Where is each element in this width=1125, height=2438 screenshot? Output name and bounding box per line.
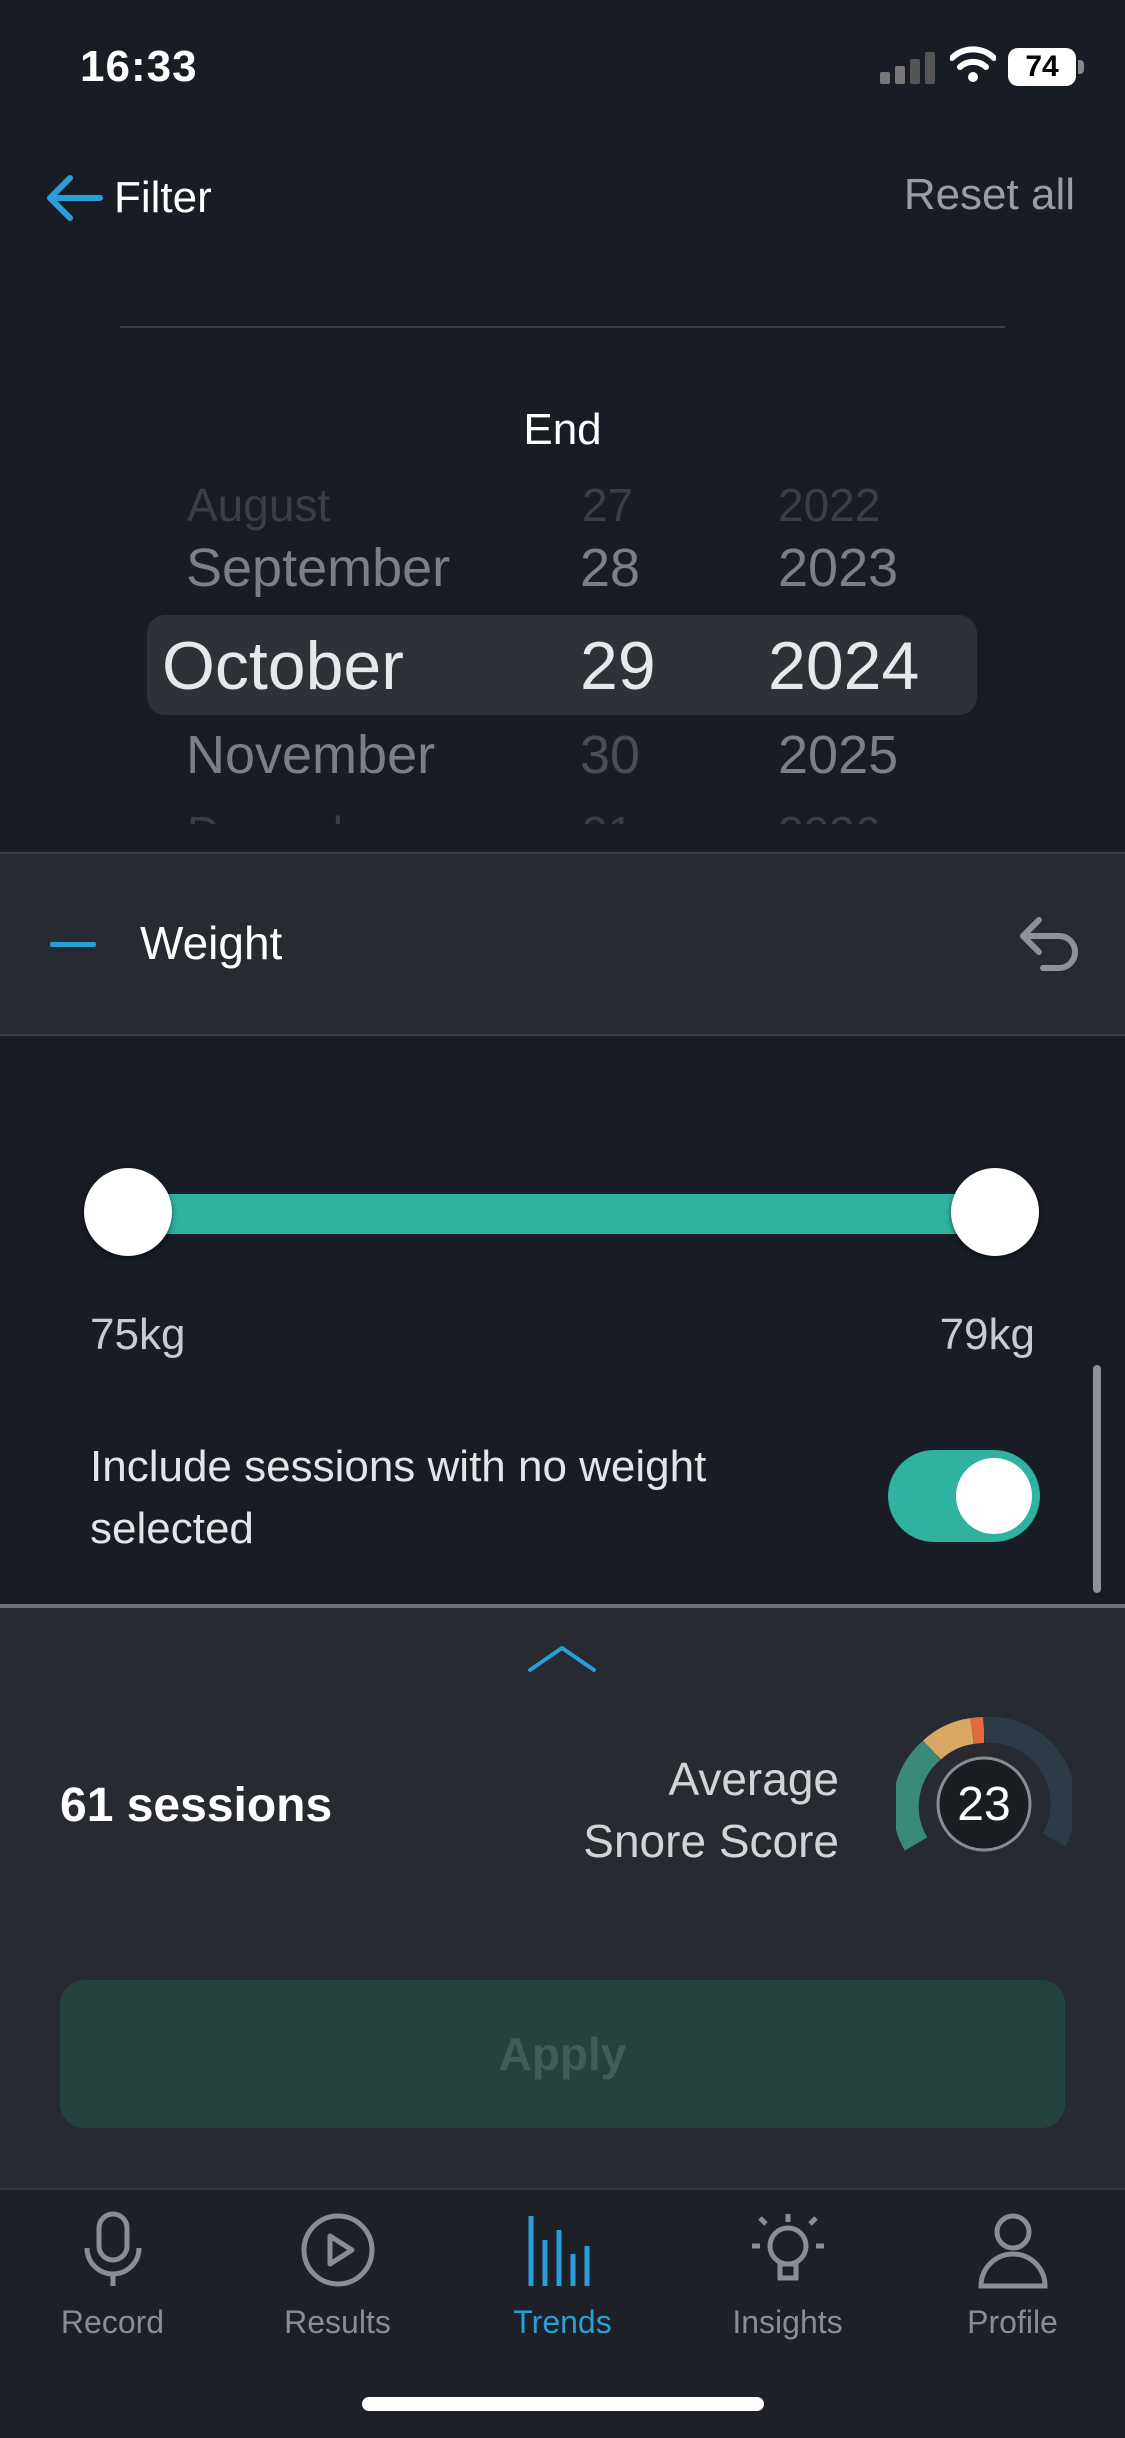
home-indicator[interactable] xyxy=(362,2397,764,2411)
back-button[interactable]: Filter xyxy=(40,160,212,236)
chevron-up-icon[interactable] xyxy=(522,1638,602,1678)
minus-icon[interactable] xyxy=(50,942,96,947)
weight-max-label: 79kg xyxy=(939,1310,1035,1359)
tab-label: Results xyxy=(284,2304,391,2340)
include-no-weight-toggle[interactable] xyxy=(888,1450,1040,1542)
page-title: Filter xyxy=(114,173,212,222)
status-time: 16:33 xyxy=(80,42,198,91)
include-no-weight-label: Include sessions with no weight selected xyxy=(90,1442,707,1553)
picker-month-prev[interactable]: September xyxy=(186,537,450,599)
wifi-icon xyxy=(950,46,996,82)
tab-record[interactable]: Record xyxy=(0,2210,225,2341)
summary-sheet: 61 sessions Average Snore Score 23 Apply xyxy=(0,1604,1125,2192)
picker-day-next[interactable]: 30 xyxy=(580,724,640,786)
picker-day-selected[interactable]: 29 xyxy=(580,627,656,705)
picker-year-faint: 2022 xyxy=(778,479,881,531)
weight-max-handle[interactable] xyxy=(951,1168,1039,1256)
tab-profile[interactable]: Profile xyxy=(900,2210,1125,2341)
average-label-line1: Average xyxy=(668,1753,839,1805)
person-icon xyxy=(977,2213,1048,2289)
weight-section-header[interactable]: Weight xyxy=(0,852,1125,1036)
divider xyxy=(120,326,1005,328)
battery-indicator: 74 xyxy=(1008,48,1076,86)
average-snore-score-label: Average Snore Score xyxy=(583,1748,839,1872)
battery-cap xyxy=(1078,60,1084,74)
picker-day-faint-bottom: 31 xyxy=(582,806,633,824)
tab-trends[interactable]: Trends xyxy=(450,2210,675,2341)
picker-year-next[interactable]: 2025 xyxy=(778,724,898,786)
picker-year-faint-bottom: 2026 xyxy=(778,806,880,824)
weight-title: Weight xyxy=(140,917,283,969)
undo-icon[interactable] xyxy=(1011,910,1087,976)
picker-day-prev[interactable]: 28 xyxy=(580,537,640,599)
picker-month-selected[interactable]: October xyxy=(162,627,404,705)
picker-month-next[interactable]: November xyxy=(186,724,435,786)
picker-month-faint-bottom: December xyxy=(187,806,399,824)
end-date-label: End xyxy=(523,405,602,454)
picker-month-faint: August xyxy=(187,479,331,531)
average-label-line2: Snore Score xyxy=(583,1815,839,1867)
play-circle-icon xyxy=(301,2213,374,2287)
tab-label: Record xyxy=(60,2304,165,2340)
picker-year-prev[interactable]: 2023 xyxy=(778,537,898,599)
reset-all-button[interactable]: Reset all xyxy=(904,170,1075,220)
lightbulb-icon xyxy=(751,2214,824,2281)
tab-results[interactable]: Results xyxy=(225,2210,450,2341)
session-count: 61 sessions xyxy=(60,1779,333,1832)
microphone-icon xyxy=(84,2211,141,2286)
arrow-left-icon xyxy=(47,175,103,221)
bar-chart-icon xyxy=(528,2216,589,2286)
weight-min-handle[interactable] xyxy=(84,1168,172,1256)
toggle-knob xyxy=(956,1458,1032,1534)
picker-day-faint: 27 xyxy=(582,479,634,531)
scrollbar[interactable] xyxy=(1093,1365,1101,1593)
picker-year-selected[interactable]: 2024 xyxy=(768,627,919,705)
snore-score-value: 23 xyxy=(957,1778,1010,1831)
tab-label: Insights xyxy=(732,2304,843,2340)
snore-score-gauge: 23 xyxy=(896,1716,1072,1852)
tab-label: Profile xyxy=(967,2304,1058,2340)
tab-label: Trends xyxy=(513,2304,612,2340)
tab-insights[interactable]: Insights xyxy=(675,2210,900,2341)
weight-min-label: 75kg xyxy=(90,1310,186,1359)
end-date-picker[interactable]: August 27 2022 September 28 2023 October… xyxy=(0,479,1125,824)
weight-range-track[interactable] xyxy=(120,1194,1000,1234)
cellular-signal-icon xyxy=(880,52,935,84)
apply-button[interactable]: Apply xyxy=(60,1980,1065,2128)
